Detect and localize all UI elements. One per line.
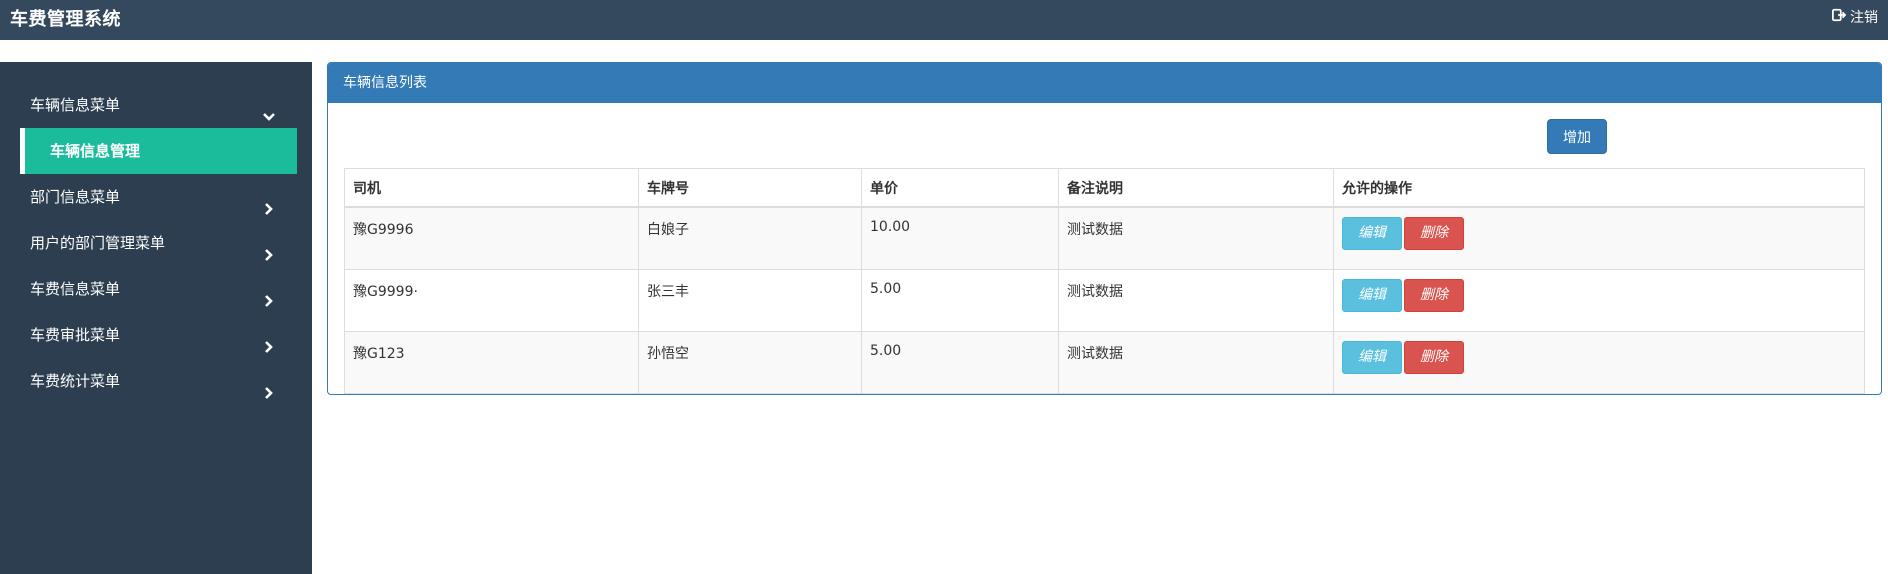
panel-title: 车辆信息列表 [328,63,1881,103]
cell-plate: 孙悟空 [638,331,862,394]
app-title: 车费管理系统 [10,9,121,30]
add-button[interactable]: 增加 [1547,119,1607,154]
cell-note: 测试数据 [1058,206,1334,270]
header-gap [0,40,1888,62]
cell-price: 5.00 [861,269,1059,332]
chevron-right-icon [261,189,277,215]
column-header-actions: 允许的操作 [1333,168,1865,208]
sidebar-item-label: 车费信息菜单 [30,280,121,298]
sidebar-item-label: 车辆信息菜单 [30,96,121,114]
sidebar-item-label: 车费统计菜单 [30,372,121,390]
sidebar-item-fare-info[interactable]: 车费信息菜单 [20,266,297,312]
column-header-plate: 车牌号 [638,168,862,208]
sidebar-subitem-vehicle-management[interactable]: 车辆信息管理 [20,128,297,174]
column-header-price: 单价 [861,168,1059,208]
sidebar: 车辆信息菜单 车辆信息管理 部门信息菜单 用户的部门管理菜单 车费信息菜单 车费 [0,62,312,574]
vehicle-table: 司机 车牌号 单价 备注说明 允许的操作 豫G9996 白娘子 10.00 测试… [344,168,1865,394]
chevron-right-icon [261,281,277,307]
cell-note: 测试数据 [1058,331,1334,394]
cell-actions: 编辑 删除 [1333,331,1865,394]
delete-button[interactable]: 删除 [1404,217,1464,250]
cell-note: 测试数据 [1058,269,1334,332]
chevron-right-icon [261,235,277,261]
cell-actions: 编辑 删除 [1333,269,1865,332]
table-row: 豫G9996 白娘子 10.00 测试数据 编辑 删除 [344,206,1865,270]
cell-driver: 豫G123 [344,331,639,394]
column-header-note: 备注说明 [1058,168,1334,208]
edit-button[interactable]: 编辑 [1342,341,1402,374]
edit-button[interactable]: 编辑 [1342,279,1402,312]
sidebar-item-user-department[interactable]: 用户的部门管理菜单 [20,220,297,266]
sidebar-item-fare-approval[interactable]: 车费审批菜单 [20,312,297,358]
cell-driver: 豫G9996 [344,206,639,270]
chevron-right-icon [261,327,277,353]
cell-plate: 白娘子 [638,206,862,270]
table-row: 豫G123 孙悟空 5.00 测试数据 编辑 删除 [344,331,1865,394]
chevron-down-icon [261,97,277,121]
table-row: 豫G9999· 张三丰 5.00 测试数据 编辑 删除 [344,269,1865,332]
table-header-row: 司机 车牌号 单价 备注说明 允许的操作 [344,168,1865,208]
top-navbar: 车费管理系统 注销 [0,0,1888,40]
delete-button[interactable]: 删除 [1404,279,1464,312]
sidebar-menu: 车辆信息菜单 车辆信息管理 部门信息菜单 用户的部门管理菜单 车费信息菜单 车费 [20,82,297,404]
cell-plate: 张三丰 [638,269,862,332]
column-header-driver: 司机 [344,168,639,208]
sidebar-item-fare-statistics[interactable]: 车费统计菜单 [20,358,297,404]
vehicle-list-panel: 车辆信息列表 增加 司机 车牌号 单价 备注说明 允许的操作 豫G9996 白娘… [327,62,1882,395]
sidebar-item-label: 用户的部门管理菜单 [30,234,166,252]
cell-driver: 豫G9999· [344,269,639,332]
sidebar-item-department-info[interactable]: 部门信息菜单 [20,174,297,220]
logout-label: 注销 [1850,10,1878,26]
cell-price: 5.00 [861,331,1059,394]
cell-actions: 编辑 删除 [1333,206,1865,270]
sidebar-item-label: 车费审批菜单 [30,326,121,344]
cell-price: 10.00 [861,206,1059,270]
sidebar-item-vehicle-info[interactable]: 车辆信息菜单 [20,82,297,128]
edit-button[interactable]: 编辑 [1342,217,1402,250]
sidebar-item-label: 部门信息菜单 [30,188,121,206]
delete-button[interactable]: 删除 [1404,341,1464,374]
sign-out-icon [1832,8,1847,26]
chevron-right-icon [261,373,277,399]
logout-link[interactable]: 注销 [1832,7,1878,27]
